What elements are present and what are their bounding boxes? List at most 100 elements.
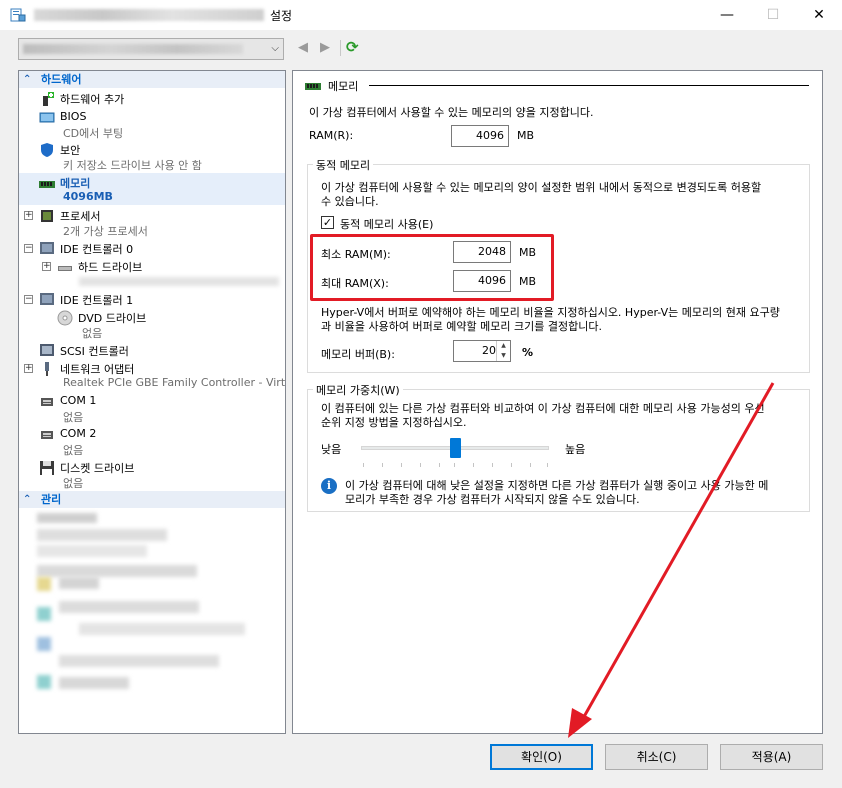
tree-item-sub: 4096MB (63, 190, 113, 203)
tree-item-label: DVD 드라이브 (78, 312, 147, 325)
tree-item-dvd-drive[interactable]: DVD 드라이브 없음 (19, 308, 285, 340)
close-button[interactable]: ✕ (796, 0, 842, 30)
tree-item-network-adapter[interactable]: + 네트워크 어댑터 Realtek PCIe GBE Family Contr… (19, 359, 285, 391)
maximize-button[interactable]: ☐ (750, 0, 796, 30)
collapse-icon[interactable]: − (24, 244, 33, 253)
bios-icon (39, 112, 55, 123)
network-adapter-icon (45, 362, 49, 376)
memory-weight-info-line2: 모리가 부족한 경우 가상 컴퓨터가 시작되지 않을 수도 있습니다. (345, 493, 640, 506)
memory-weight-slider-thumb[interactable] (449, 438, 461, 458)
collapse-chevron-icon: ⌃ (23, 74, 32, 85)
tree-item-scsi-controller[interactable]: SCSI 컨트롤러 (19, 341, 285, 359)
tree-item-add-hardware[interactable]: 하드웨어 추가 (19, 89, 285, 109)
hardware-header-label: 하드웨어 (41, 73, 82, 86)
tree-item-label: BIOS (60, 110, 87, 123)
collapse-icon[interactable]: − (24, 295, 33, 304)
hard-drive-path-blurred (79, 277, 279, 286)
weight-high-label: 높음 (565, 443, 586, 456)
min-ram-unit: MB (519, 246, 537, 259)
tree-item-sub: 2개 가상 프로세서 (63, 225, 148, 238)
panel-title: 메모리 (328, 80, 359, 93)
tree-item-label: COM 2 (60, 427, 97, 440)
title-bar: 설정 — ☐ ✕ (0, 0, 842, 30)
max-ram-label: 최대 RAM(X): (321, 277, 389, 290)
expand-icon[interactable]: + (24, 211, 33, 220)
com-port-icon (41, 398, 53, 406)
panel-header-divider (369, 85, 809, 86)
hyper-v-settings-icon (10, 8, 26, 22)
toolbar: ⌵ ◀ ▶ ⟳ (0, 30, 842, 66)
vm-selector-dropdown[interactable]: ⌵ (18, 38, 284, 60)
floppy-disk-icon (40, 461, 54, 475)
add-hardware-icon (43, 92, 54, 106)
tree-item-com2[interactable]: COM 2 없음 (19, 425, 285, 457)
ok-button[interactable]: 확인(O) (490, 744, 593, 770)
min-ram-label: 최소 RAM(M): (321, 248, 391, 261)
tree-item-sub: 없음 (63, 411, 84, 424)
tree-item-bios[interactable]: BIOS CD에서 부팅 (19, 108, 285, 140)
tree-item-label: 하드 드라이브 (78, 261, 143, 274)
ram-unit: MB (517, 129, 535, 142)
forward-arrow-icon[interactable]: ▶ (320, 40, 330, 55)
buffer-description-line2: 과 비율을 사용하여 버퍼로 예약할 메모리 크기를 결정합니다. (321, 320, 602, 333)
dynamic-memory-checkbox[interactable]: ✓ (321, 216, 334, 229)
tree-item-security[interactable]: 보안 키 저장소 드라이브 사용 안 함 (19, 140, 285, 172)
weight-low-label: 낮음 (321, 443, 342, 456)
tree-item-processor[interactable]: + 프로세서 2개 가상 프로세서 (19, 206, 285, 238)
toolbar-divider (340, 40, 341, 56)
expand-icon[interactable]: + (24, 364, 33, 373)
tree-item-com1[interactable]: COM 1 없음 (19, 392, 285, 424)
min-ram-input[interactable]: 2048 (453, 241, 511, 263)
memory-buffer-input[interactable]: 20 ▲ ▼ (453, 340, 511, 362)
back-arrow-icon[interactable]: ◀ (298, 40, 308, 55)
tree-item-label: 네트워크 어댑터 (60, 363, 135, 376)
memory-chip-icon (305, 83, 321, 90)
tree-item-label: SCSI 컨트롤러 (60, 345, 129, 358)
management-section-header[interactable]: ⌃ 관리 (19, 491, 285, 508)
tree-item-floppy-drive[interactable]: 디스켓 드라이브 없음 (19, 458, 285, 490)
collapse-chevron-icon: ⌃ (23, 494, 32, 505)
dynamic-memory-group-label: 동적 메모리 (313, 157, 374, 173)
ram-input[interactable]: 4096 (451, 125, 509, 147)
vm-name-blurred (23, 44, 243, 54)
tree-item-label: 디스켓 드라이브 (60, 462, 135, 475)
tree-item-label: 프로세서 (60, 210, 101, 223)
memory-buffer-unit: % (522, 346, 534, 359)
tree-item-label: 메모리 (60, 177, 91, 190)
tree-item-hard-drive[interactable]: + 하드 드라이브 (19, 257, 285, 291)
memory-weight-description-line2: 순위 지정 방법을 지정하십시오. (321, 416, 467, 429)
management-header-label: 관리 (41, 493, 62, 506)
minimize-button[interactable]: — (704, 0, 750, 30)
dynamic-memory-description-line1: 이 가상 컴퓨터에 사용할 수 있는 메모리의 양이 설정한 범위 내에서 동적… (321, 181, 762, 194)
tree-item-ide-controller-1[interactable]: − IDE 컨트롤러 1 (19, 290, 285, 308)
tree-item-sub: 키 저장소 드라이브 사용 안 함 (63, 159, 202, 172)
tree-item-memory[interactable]: 메모리 4096MB (19, 173, 285, 205)
apply-button[interactable]: 적용(A) (720, 744, 823, 770)
tree-item-label: 보안 (60, 144, 81, 157)
tree-item-sub: Realtek PCIe GBE Family Controller - Vir… (63, 376, 286, 389)
memory-buffer-label: 메모리 버퍼(B): (321, 348, 395, 361)
max-ram-input[interactable]: 4096 (453, 270, 511, 292)
cancel-button[interactable]: 취소(C) (605, 744, 708, 770)
max-ram-unit: MB (519, 275, 537, 288)
scsi-controller-icon (40, 344, 54, 356)
dynamic-memory-checkbox-label[interactable]: 동적 메모리 사용(E) (340, 216, 433, 232)
ram-label: RAM(R): (309, 129, 354, 142)
tree-item-sub: 없음 (63, 477, 84, 490)
tree-item-sub: CD에서 부팅 (63, 127, 124, 140)
chevron-down-icon: ⌵ (271, 43, 279, 54)
tree-item-label: COM 1 (60, 394, 97, 407)
window-title-blurred (34, 9, 264, 21)
spin-up-icon[interactable]: ▲ (497, 341, 510, 351)
processor-icon (41, 210, 53, 222)
spin-down-icon[interactable]: ▼ (497, 351, 510, 361)
dvd-disc-icon (57, 310, 73, 326)
settings-tree: ⌃ 하드웨어 하드웨어 추가 BIOS CD에서 부팅 보안 키 저장소 드라이… (18, 70, 286, 734)
expand-icon[interactable]: + (42, 262, 51, 271)
tree-item-ide-controller-0[interactable]: − IDE 컨트롤러 0 (19, 239, 285, 257)
hard-drive-icon (58, 266, 72, 271)
tree-item-sub: 없음 (63, 444, 84, 457)
hardware-section-header[interactable]: ⌃ 하드웨어 (19, 71, 285, 88)
refresh-icon[interactable]: ⟳ (346, 38, 359, 56)
memory-buffer-spinner[interactable]: ▲ ▼ (496, 341, 510, 361)
